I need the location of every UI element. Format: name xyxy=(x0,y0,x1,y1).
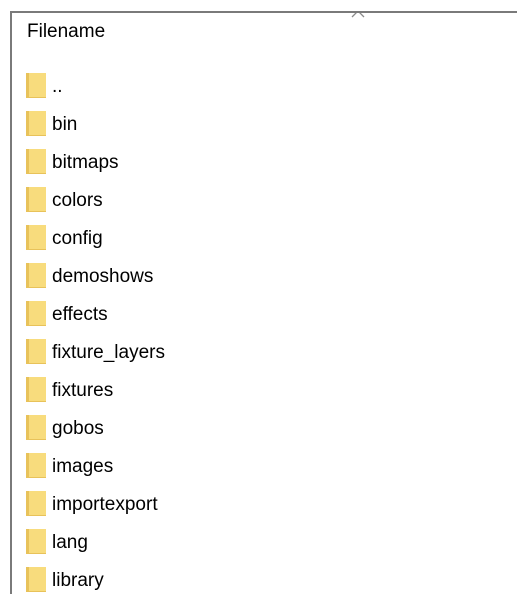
list-item-label: config xyxy=(52,227,103,249)
chevron-up-icon xyxy=(351,13,365,19)
list-item-label: library xyxy=(52,569,104,591)
list-item-label: demoshows xyxy=(52,265,154,287)
list-item[interactable]: bitmaps xyxy=(25,142,517,180)
list-item[interactable]: gobos xyxy=(25,408,517,446)
list-item-label: importexport xyxy=(52,493,158,515)
list-item[interactable]: demoshows xyxy=(25,256,517,294)
list-item-label: images xyxy=(52,455,114,477)
folder-icon xyxy=(25,413,49,441)
list-item[interactable]: fixtures xyxy=(25,370,517,408)
list-item[interactable]: config xyxy=(25,218,517,256)
folder-icon xyxy=(25,71,49,99)
list-item[interactable]: .. xyxy=(25,66,517,104)
list-item-label: .. xyxy=(52,75,63,97)
list-item[interactable]: importexport xyxy=(25,484,517,522)
list-item-label: effects xyxy=(52,303,108,325)
folder-icon xyxy=(25,489,49,517)
folder-icon xyxy=(25,527,49,555)
folder-icon xyxy=(25,451,49,479)
list-item[interactable]: bin xyxy=(25,104,517,142)
folder-icon xyxy=(25,565,49,593)
list-item[interactable]: effects xyxy=(25,294,517,332)
folder-icon xyxy=(25,337,49,365)
list-item-label: gobos xyxy=(52,417,104,439)
folder-icon xyxy=(25,375,49,403)
list-item[interactable]: lang xyxy=(25,522,517,560)
file-list-panel: Filename .. bin bitmaps colors config demosho… xyxy=(10,11,517,594)
folder-icon xyxy=(25,147,49,175)
list-item-label: fixtures xyxy=(52,379,114,401)
column-header-filename[interactable]: Filename xyxy=(12,13,517,45)
list-item-label: colors xyxy=(52,189,103,211)
list-item[interactable]: images xyxy=(25,446,517,484)
list-item[interactable]: colors xyxy=(25,180,517,218)
list-item[interactable]: library xyxy=(25,560,517,594)
folder-icon xyxy=(25,185,49,213)
folder-icon xyxy=(25,223,49,251)
file-list: .. bin bitmaps colors config demoshows effects… xyxy=(25,66,517,594)
list-item[interactable]: fixture_layers xyxy=(25,332,517,370)
folder-icon xyxy=(25,109,49,137)
folder-icon xyxy=(25,261,49,289)
list-item-label: lang xyxy=(52,531,88,553)
column-header-label: Filename xyxy=(27,21,106,42)
list-item-label: fixture_layers xyxy=(52,341,165,363)
folder-icon xyxy=(25,299,49,327)
list-item-label: bin xyxy=(52,113,78,135)
list-item-label: bitmaps xyxy=(52,151,119,173)
